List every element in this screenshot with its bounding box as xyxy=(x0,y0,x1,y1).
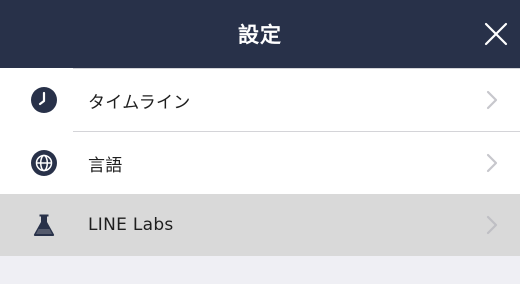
header-bar: 設定 xyxy=(0,0,520,68)
settings-item-label: タイムライン xyxy=(88,92,191,113)
clock-icon xyxy=(31,87,57,113)
settings-list: タイムライン 言語 LINE Labs xyxy=(0,68,520,256)
page-title: 設定 xyxy=(238,23,282,47)
chevron-right-icon xyxy=(486,215,498,235)
settings-item-label: LINE Labs xyxy=(88,215,174,235)
close-icon[interactable] xyxy=(484,22,508,46)
settings-item-language[interactable]: 言語 xyxy=(0,132,520,194)
settings-screen: 設定 タイムライン 言語 LINE Labs xyxy=(0,0,520,284)
flask-icon xyxy=(33,214,55,236)
settings-item-line-labs[interactable]: LINE Labs xyxy=(0,194,520,256)
settings-item-timeline[interactable]: タイムライン xyxy=(0,68,520,132)
list-background xyxy=(0,258,520,284)
chevron-right-icon xyxy=(486,90,498,110)
globe-icon xyxy=(31,150,57,176)
settings-item-label: 言語 xyxy=(88,155,123,176)
chevron-right-icon xyxy=(486,153,498,173)
